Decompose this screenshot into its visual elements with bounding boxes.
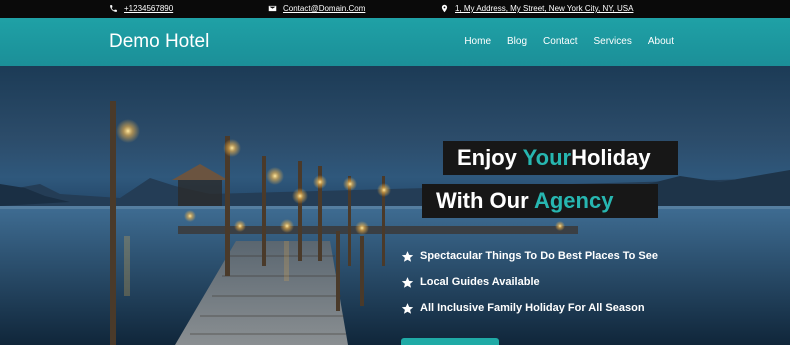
feature-item: Local Guides Available (401, 269, 658, 295)
feature-list: Spectacular Things To Do Best Places To … (401, 243, 658, 321)
headline2-accent: Agency (533, 188, 614, 213)
email-link[interactable]: Contact@Domain.Com (283, 4, 365, 13)
cta-button[interactable] (401, 338, 499, 345)
headline1-accent: Your (522, 145, 572, 170)
hero-section: Enjoy YourHoliday With Our Agency Specta… (0, 66, 790, 345)
phone-link[interactable]: +1234567890 (124, 4, 173, 13)
nav-contact[interactable]: Contact (543, 36, 577, 47)
feature-label: Local Guides Available (420, 276, 540, 288)
headline1-prefix: Enjoy (457, 145, 523, 170)
phone-item: +1234567890 (109, 4, 173, 13)
site-header: Demo Hotel Home Blog Contact Services Ab… (0, 18, 790, 66)
phone-icon (110, 5, 117, 12)
main-nav: Home Blog Contact Services About (464, 36, 674, 47)
envelope-icon (268, 5, 277, 12)
address-link[interactable]: 1, My Address, My Street, New York City,… (455, 4, 633, 13)
star-icon (401, 302, 414, 314)
site-logo[interactable]: Demo Hotel (109, 31, 209, 53)
nav-blog[interactable]: Blog (507, 36, 527, 47)
nav-home[interactable]: Home (464, 36, 491, 47)
feature-item: Spectacular Things To Do Best Places To … (401, 243, 658, 269)
top-bar: +1234567890 Contact@Domain.Com 1, My Add… (0, 0, 790, 18)
star-icon (401, 250, 414, 262)
hero-background-image (0, 101, 790, 345)
hero-headline-line2: With Our Agency (422, 184, 658, 218)
headline2-prefix: With Our (436, 188, 534, 213)
feature-item: All Inclusive Family Holiday For All Sea… (401, 295, 658, 321)
feature-label: All Inclusive Family Holiday For All Sea… (420, 302, 645, 314)
address-item: 1, My Address, My Street, New York City,… (440, 4, 633, 13)
hero-headline-line1: Enjoy YourHoliday (443, 141, 678, 175)
feature-label: Spectacular Things To Do Best Places To … (420, 250, 658, 262)
nav-services[interactable]: Services (594, 36, 632, 47)
nav-about[interactable]: About (648, 36, 674, 47)
star-icon (401, 276, 414, 288)
email-item: Contact@Domain.Com (268, 4, 365, 13)
headline1-suffix: Holiday (571, 145, 651, 170)
map-pin-icon (441, 4, 448, 13)
